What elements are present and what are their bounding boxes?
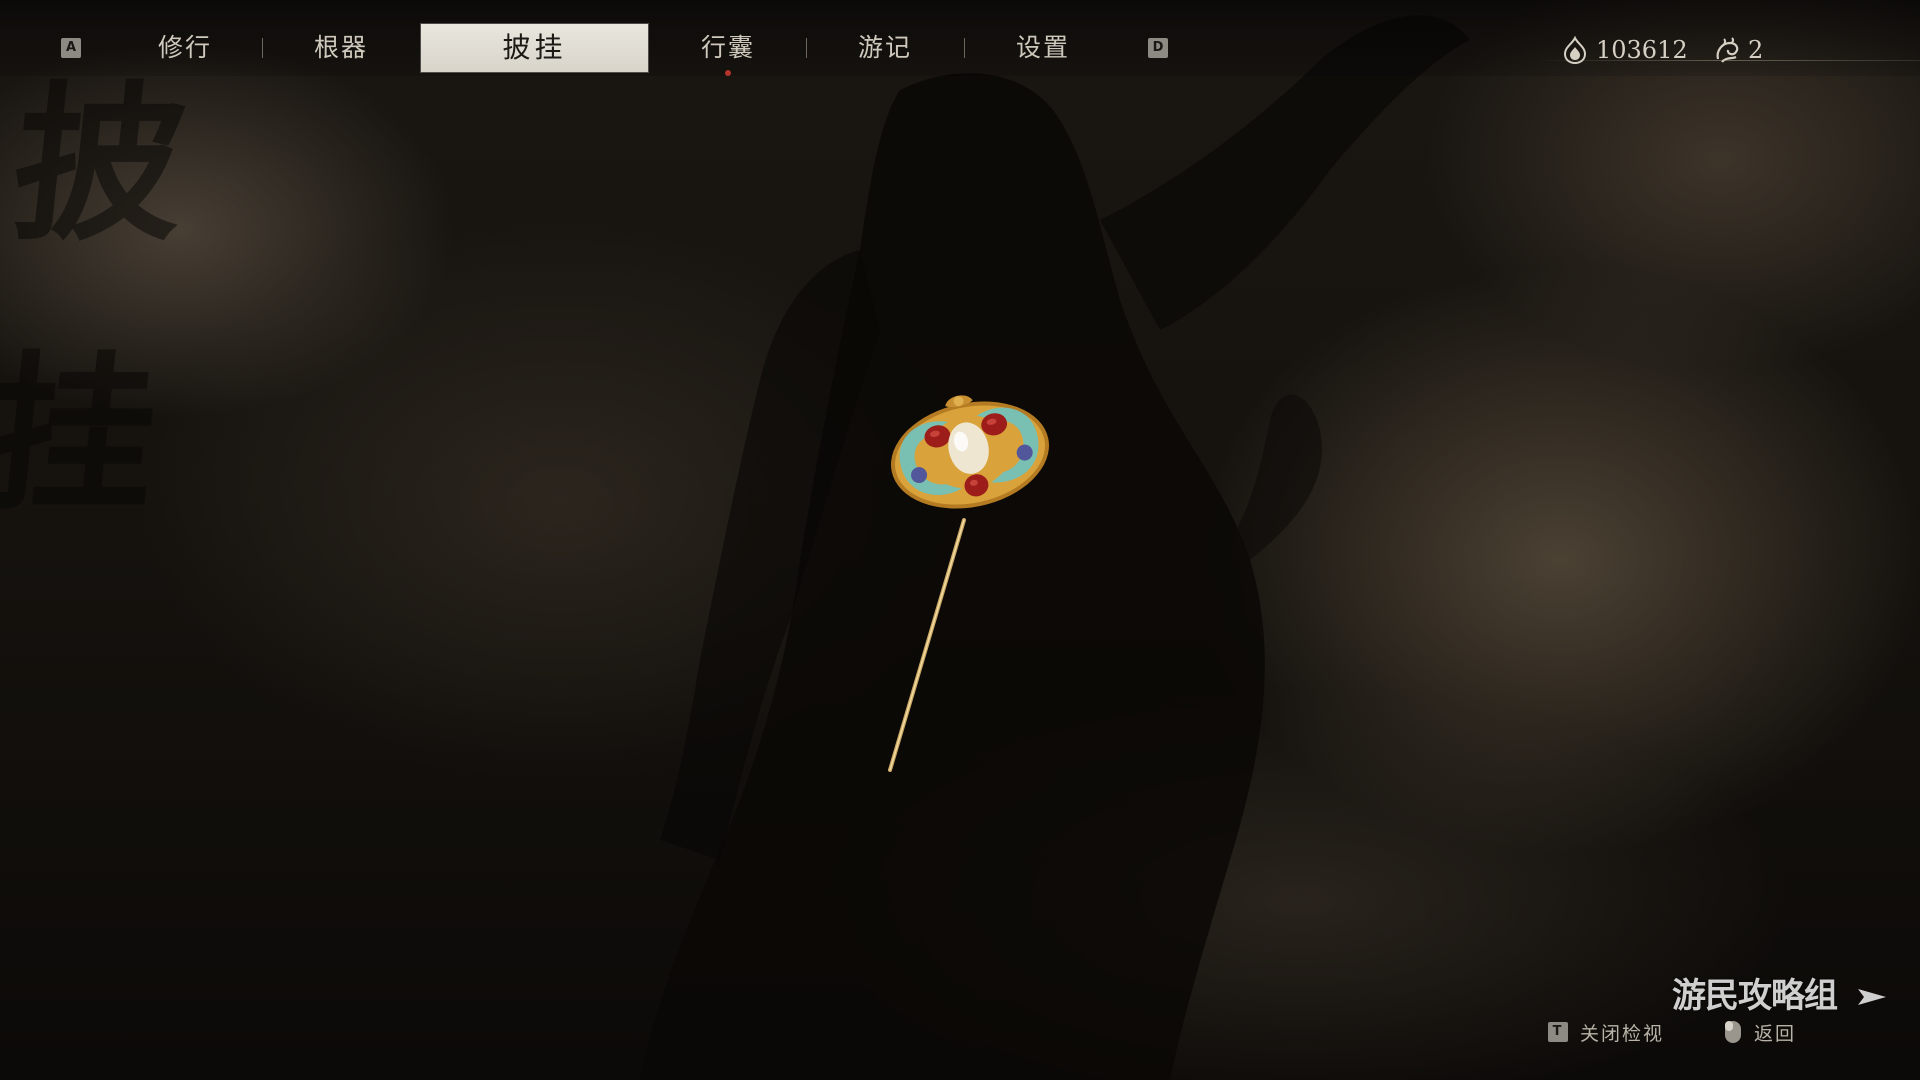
calligraphy-char-2: 挂 — [0, 335, 167, 535]
nav-separator — [262, 38, 263, 58]
close-inspect-hint[interactable]: T 关闭检视 — [1548, 1018, 1664, 1046]
nav-separator — [806, 38, 807, 58]
tab-cultivation[interactable]: 修行 — [140, 24, 230, 72]
mouse-icon — [1725, 1021, 1741, 1043]
close-inspect-label: 关闭检视 — [1580, 1022, 1665, 1045]
back-label: 返回 — [1754, 1022, 1797, 1045]
next-tab-key-hint[interactable]: D — [1148, 38, 1168, 58]
prev-tab-key-hint[interactable]: A — [61, 38, 81, 58]
currency-underline — [1538, 60, 1920, 61]
golden-hairpin-icon[interactable] — [860, 390, 1120, 790]
will-currency: 103612 — [1560, 30, 1688, 70]
close-inspect-key: T — [1548, 1022, 1568, 1042]
inventory-notification-dot — [725, 70, 731, 76]
tab-equipment[interactable]: 披挂 — [421, 24, 648, 72]
tab-inventory[interactable]: 行囊 — [683, 24, 773, 72]
tab-journal[interactable]: 游记 — [840, 24, 930, 72]
tab-roots[interactable]: 根器 — [296, 24, 386, 72]
nav-separator — [964, 38, 965, 58]
top-navigation-bar: A 修行 根器 披挂 行囊 游记 设置 D 103612 2 — [0, 0, 1920, 76]
watermark-arrow-icon — [1858, 989, 1886, 1005]
watermark-logo: 游民攻略组 — [1672, 976, 1838, 1016]
tab-settings[interactable]: 设置 — [998, 24, 1088, 72]
game-scene: 披 挂 A 修行 根器 披挂 行囊 游记 设置 D 103612 2 T 关闭检… — [0, 0, 1920, 1080]
back-hint[interactable]: 返回 — [1724, 1018, 1796, 1046]
spirit-currency: 2 — [1712, 30, 1763, 70]
